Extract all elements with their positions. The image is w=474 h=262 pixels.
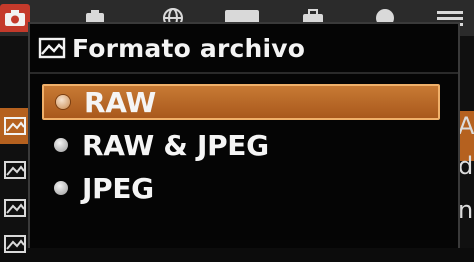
right-edge-letter: n (458, 196, 474, 224)
side-item-highlighted[interactable] (0, 108, 30, 144)
image-file-icon (38, 37, 66, 59)
image-file-icon (4, 117, 26, 135)
side-item[interactable] (0, 152, 30, 188)
right-edge-letter: d (458, 152, 474, 180)
camera-icon[interactable] (0, 4, 30, 32)
right-edge-letter: A (458, 112, 474, 140)
dialog-header: Formato archivo (30, 24, 458, 74)
radio-selected-icon (56, 95, 70, 109)
side-item[interactable] (0, 226, 30, 262)
option-raw[interactable]: RAW (42, 84, 440, 120)
image-file-icon (4, 235, 26, 253)
option-label: RAW (84, 85, 156, 119)
option-jpeg[interactable]: JPEG (42, 170, 440, 206)
image-file-icon (4, 199, 26, 217)
file-format-dialog: Formato archivo RAW RAW & JPEG JPEG (28, 22, 460, 248)
option-label: RAW & JPEG (82, 128, 269, 162)
side-item[interactable] (0, 190, 30, 226)
dialog-title: Formato archivo (72, 33, 306, 63)
image-file-icon (4, 161, 26, 179)
option-label: JPEG (82, 171, 154, 205)
radio-icon (54, 138, 68, 152)
radio-icon (54, 181, 68, 195)
option-raw-jpeg[interactable]: RAW & JPEG (42, 127, 440, 163)
